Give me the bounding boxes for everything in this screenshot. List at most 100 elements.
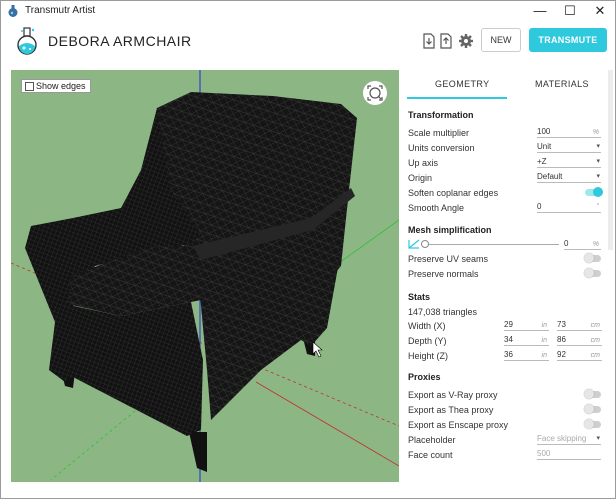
app-flask-icon: [8, 5, 18, 17]
scale-multiplier-input[interactable]: 100 %: [537, 127, 601, 138]
chair-leg: [189, 432, 207, 472]
smooth-angle-value: 0: [537, 202, 542, 211]
settings-gear-icon[interactable]: [458, 33, 474, 49]
show-edges-checkbox[interactable]: [25, 81, 34, 91]
unit-cm: cm: [590, 352, 600, 359]
origin-label: Origin: [408, 173, 433, 183]
3d-viewport[interactable]: Show edges: [11, 70, 399, 482]
depth-inches-field: 34 in: [504, 335, 549, 346]
preserve-uv-toggle[interactable]: [584, 253, 601, 263]
depth-cm-field: 86 cm: [557, 335, 602, 346]
placeholder-value: Face skipping: [537, 434, 587, 443]
panel-tabs: GEOMETRY MATERIALS: [399, 70, 615, 99]
thea-proxy-toggle[interactable]: [584, 404, 601, 414]
armchair-mesh-render: [11, 70, 399, 482]
soften-coplanar-toggle[interactable]: [585, 187, 603, 197]
face-count-input[interactable]: 500: [537, 449, 601, 460]
soften-coplanar-label: Soften coplanar edges: [408, 188, 499, 198]
enscape-proxy-toggle[interactable]: [584, 419, 601, 429]
chevron-down-icon: ▾: [596, 158, 600, 165]
window-bottom-strip: [1, 484, 615, 498]
unit-in: in: [541, 352, 547, 359]
settings-panel: GEOMETRY MATERIALS Transformation Scale …: [399, 70, 615, 498]
unit-in: in: [541, 322, 547, 329]
origin-value: Default: [537, 172, 563, 181]
simplification-graph-icon: [408, 239, 420, 249]
show-edges-toggle[interactable]: Show edges: [21, 79, 91, 93]
vray-proxy-toggle[interactable]: [584, 389, 601, 399]
width-label: Width (X): [408, 321, 446, 331]
placeholder-select[interactable]: Face skipping ▾: [537, 434, 601, 445]
triangle-count: 147,038 triangles: [408, 307, 478, 317]
unit-cm: cm: [590, 337, 600, 344]
tab-geometry[interactable]: GEOMETRY: [435, 79, 490, 89]
face-count-value: 500: [537, 449, 551, 458]
smooth-angle-label: Smooth Angle: [408, 203, 465, 213]
x-axis-line-solid: [255, 381, 399, 467]
zoom-extents-icon: [367, 85, 383, 101]
active-tab-indicator: [407, 97, 507, 99]
section-transformation-title: Transformation: [408, 110, 474, 120]
width-inches-value: 29: [504, 320, 513, 329]
section-mesh-title: Mesh simplification: [408, 225, 492, 235]
close-button[interactable]: ✕: [586, 1, 614, 23]
face-count-label: Face count: [408, 450, 453, 460]
scale-multiplier-value: 100: [537, 127, 551, 136]
smooth-angle-input[interactable]: 0 °: [537, 202, 601, 213]
height-inches-field: 36 in: [504, 350, 549, 361]
simplification-slider-handle[interactable]: [421, 240, 429, 248]
units-conversion-value: Unit: [537, 142, 552, 151]
units-conversion-label: Units conversion: [408, 143, 475, 153]
width-cm-field: 73 cm: [557, 320, 602, 331]
depth-cm-value: 86: [557, 335, 566, 344]
chevron-down-icon: ▾: [596, 143, 600, 150]
show-edges-label: Show edges: [36, 81, 86, 91]
transmute-button[interactable]: TRANSMUTE: [529, 28, 607, 52]
title-bar: Transmutr Artist — ☐ ✕: [1, 1, 615, 23]
placeholder-label: Placeholder: [408, 435, 456, 445]
export-file-icon[interactable]: [438, 33, 454, 49]
maximize-button[interactable]: ☐: [556, 1, 584, 23]
scale-unit: %: [592, 129, 599, 136]
import-file-icon[interactable]: [421, 33, 437, 49]
app-header: DEBORA ARMCHAIR NEW TRANSMUTE: [1, 23, 615, 67]
document-name: DEBORA ARMCHAIR: [48, 33, 192, 49]
height-label: Height (Z): [408, 351, 449, 361]
preserve-normals-toggle[interactable]: [584, 268, 601, 278]
units-conversion-select[interactable]: Unit ▾: [537, 142, 601, 153]
smooth-angle-unit: °: [596, 203, 599, 210]
vray-proxy-label: Export as V-Ray proxy: [408, 390, 498, 400]
enscape-proxy-label: Export as Enscape proxy: [408, 420, 509, 430]
height-cm-value: 92: [557, 350, 566, 359]
scale-multiplier-label: Scale multiplier: [408, 128, 470, 138]
window-title: Transmutr Artist: [25, 5, 96, 16]
up-axis-label: Up axis: [408, 158, 439, 168]
chevron-down-icon: ▾: [596, 435, 600, 442]
preserve-uv-label: Preserve UV seams: [408, 254, 489, 264]
section-stats-title: Stats: [408, 292, 431, 302]
chevron-down-icon: ▾: [596, 173, 600, 180]
unit-in: in: [541, 337, 547, 344]
simplification-unit: %: [592, 241, 599, 248]
height-cm-field: 92 cm: [557, 350, 602, 361]
app-window: Transmutr Artist — ☐ ✕ DEBORA ARMCHAIR N…: [0, 0, 616, 499]
up-axis-value: +Z: [537, 157, 547, 166]
width-inches-field: 29 in: [504, 320, 549, 331]
origin-select[interactable]: Default ▾: [537, 172, 601, 183]
up-axis-select[interactable]: +Z ▾: [537, 157, 601, 168]
depth-inches-value: 34: [504, 335, 513, 344]
thea-proxy-label: Export as Thea proxy: [408, 405, 494, 415]
preserve-normals-label: Preserve normals: [408, 269, 479, 279]
simplification-slider-track[interactable]: [425, 244, 559, 245]
section-proxies-title: Proxies: [408, 372, 441, 382]
unit-cm: cm: [590, 322, 600, 329]
zoom-extents-button[interactable]: [363, 81, 387, 105]
simplification-value: 0: [564, 239, 569, 248]
panel-scrollbar[interactable]: [608, 70, 613, 250]
height-inches-value: 36: [504, 350, 513, 359]
simplification-input[interactable]: 0 %: [564, 239, 601, 250]
new-button[interactable]: NEW: [481, 28, 521, 52]
transmutr-logo-icon: [17, 27, 37, 55]
tab-materials[interactable]: MATERIALS: [535, 79, 589, 89]
minimize-button[interactable]: —: [526, 1, 554, 23]
